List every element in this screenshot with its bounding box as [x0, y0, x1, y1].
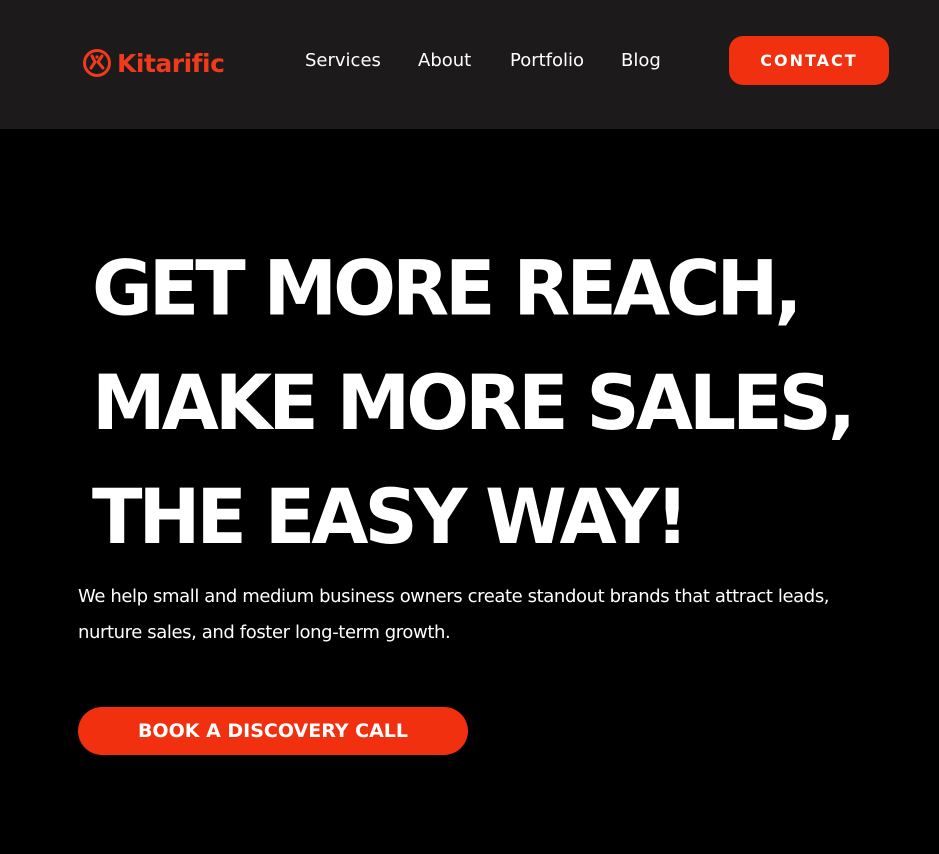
hero-title-line: THE EASY WAY! [92, 473, 689, 562]
site-header: Kitarific Services About Portfolio Blog … [0, 0, 939, 129]
hero-title-line: GET MORE REACH, [92, 245, 803, 333]
nav-item-portfolio[interactable]: Portfolio [510, 48, 584, 74]
hero-subtitle: We help small and medium business owners… [78, 586, 830, 643]
hero-title-line: MAKE MORE SALES, [92, 359, 856, 448]
contact-button[interactable]: CONTACT [729, 36, 889, 85]
nav-item-services[interactable]: Services [305, 48, 381, 74]
book-discovery-call-button[interactable]: BOOK A DISCOVERY CALL [78, 707, 468, 755]
hero-title: GET MORE REACH, MAKE MORE SALES, THE EAS… [92, 232, 892, 575]
nav-item-about[interactable]: About [418, 48, 471, 74]
nav-item-blog[interactable]: Blog [621, 48, 661, 74]
